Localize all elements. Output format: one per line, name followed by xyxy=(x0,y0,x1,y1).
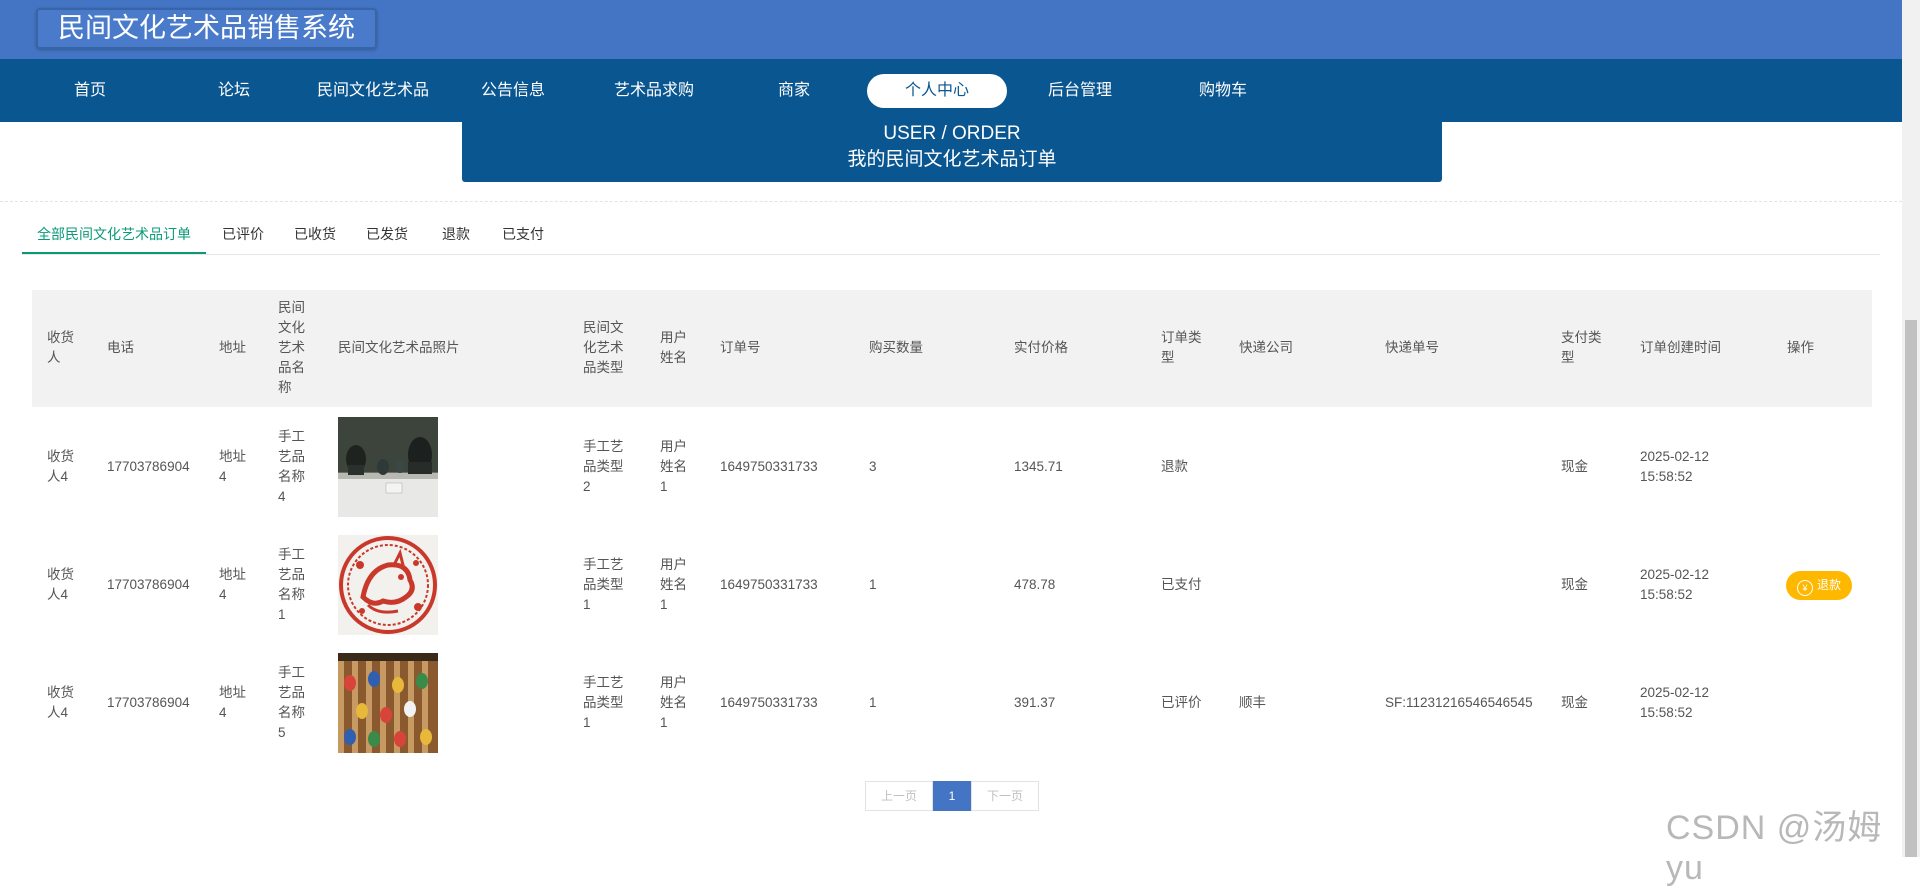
watermark: CSDN @汤姆yu xyxy=(1666,809,1883,887)
header-courier: 快递公司 xyxy=(1239,340,1293,355)
cell-receiver: 收货人4 xyxy=(47,567,74,602)
cell-user-name: 用户姓名1 xyxy=(660,675,687,730)
nav-item-artworks[interactable]: 民间文化艺术品 xyxy=(308,74,438,108)
header-art-name: 民间文化艺术品名称 xyxy=(278,300,305,395)
cell-courier: 顺丰 xyxy=(1239,695,1266,710)
tab-refund[interactable]: 退款 xyxy=(436,219,476,253)
page-title: 我的民间文化艺术品订单 xyxy=(847,149,1057,170)
cell-price: 478.78 xyxy=(1014,577,1056,592)
main-nav: 首页 论坛 民间文化艺术品 公告信息 艺术品求购 商家 个人中心 后台管理 购物… xyxy=(0,59,1902,122)
cell-receiver: 收货人4 xyxy=(47,449,74,484)
refund-button[interactable]: ¥ 退款 xyxy=(1786,571,1852,600)
site-title: 民间文化艺术品销售系统 xyxy=(36,8,377,49)
order-tabs: 全部民间文化艺术品订单 已评价 已收货 已发货 退款 已支付 xyxy=(22,219,1880,255)
header-user-name: 用户姓名 xyxy=(660,330,687,365)
cell-order-no: 1649750331733 xyxy=(720,577,818,592)
header-created: 订单创建时间 xyxy=(1640,340,1721,355)
table-header: 收货人 电话 地址 民间文化艺术品名称 民间文化艺术品照片 民间文化艺术品类型 … xyxy=(32,290,1872,407)
prev-page-button[interactable]: 上一页 xyxy=(865,781,933,811)
cell-price: 1345.71 xyxy=(1014,459,1063,474)
nav-item-merchants[interactable]: 商家 xyxy=(754,74,834,108)
art-photo-papercut xyxy=(338,535,438,635)
cell-quantity: 1 xyxy=(869,695,877,710)
yen-icon: ¥ xyxy=(1796,580,1813,596)
header-art-photo: 民间文化艺术品照片 xyxy=(338,340,460,355)
cell-created: 2025-02-12 15:58:52 xyxy=(1640,449,1710,484)
cell-created: 2025-02-12 15:58:52 xyxy=(1640,567,1710,602)
cell-art-name: 手工艺品名称1 xyxy=(278,547,305,622)
page-banner: USER / ORDER 我的民间文化艺术品订单 xyxy=(462,122,1442,182)
header-phone: 电话 xyxy=(107,340,134,355)
header-pay-type: 支付类型 xyxy=(1561,330,1602,365)
nav-item-home[interactable]: 首页 xyxy=(50,74,130,108)
cell-order-type: 退款 xyxy=(1161,459,1188,474)
cell-art-name: 手工艺品名称5 xyxy=(278,665,305,740)
cell-quantity: 1 xyxy=(869,577,877,592)
header-tracking: 快递单号 xyxy=(1385,340,1439,355)
tab-all-orders[interactable]: 全部民间文化艺术品订单 xyxy=(22,219,206,254)
nav-item-cart[interactable]: 购物车 xyxy=(1183,74,1263,108)
table-row: 收货人4 17703786904 地址4 手工艺品名称1 手工艺品类型1 用户姓… xyxy=(32,525,1872,643)
cell-order-type: 已支付 xyxy=(1161,577,1202,592)
nav-item-wanted[interactable]: 艺术品求购 xyxy=(600,74,708,108)
header-order-type: 订单类型 xyxy=(1161,330,1202,365)
tab-reviewed[interactable]: 已评价 xyxy=(218,219,268,253)
cell-art-type: 手工艺品类型1 xyxy=(583,557,624,612)
top-header: 民间文化艺术品销售系统 xyxy=(0,0,1902,59)
cell-phone: 17703786904 xyxy=(107,577,190,592)
tab-paid[interactable]: 已支付 xyxy=(498,219,548,253)
tab-received[interactable]: 已收货 xyxy=(290,219,340,253)
cell-tracking: SF:11231216546546545 xyxy=(1385,695,1533,710)
cell-order-type: 已评价 xyxy=(1161,695,1202,710)
cell-address: 地址4 xyxy=(219,449,246,484)
scrollbar-thumb[interactable] xyxy=(1905,320,1917,857)
cell-receiver: 收货人4 xyxy=(47,685,74,720)
cell-pay-type: 现金 xyxy=(1561,459,1588,474)
header-receiver: 收货人 xyxy=(47,330,74,365)
cell-phone: 17703786904 xyxy=(107,695,190,710)
art-photo-masks xyxy=(338,653,438,753)
cell-art-type: 手工艺品类型1 xyxy=(583,675,624,730)
header-address: 地址 xyxy=(219,340,246,355)
nav-item-admin[interactable]: 后台管理 xyxy=(1035,74,1125,108)
nav-item-notices[interactable]: 公告信息 xyxy=(468,74,558,108)
cell-address: 地址4 xyxy=(219,567,246,602)
divider xyxy=(0,201,1902,202)
header-quantity: 购买数量 xyxy=(869,340,923,355)
cell-user-name: 用户姓名1 xyxy=(660,557,687,612)
table-row: 收货人4 17703786904 地址4 手工艺品名称5 手工艺品类型1 用户姓… xyxy=(32,643,1872,761)
next-page-button[interactable]: 下一页 xyxy=(971,781,1039,811)
cell-pay-type: 现金 xyxy=(1561,577,1588,592)
table-row: 收货人4 17703786904 地址4 手工艺品名称4 手工艺品类型2 用户姓… xyxy=(32,407,1872,525)
nav-item-forum[interactable]: 论坛 xyxy=(194,74,274,108)
nav-item-personal-center[interactable]: 个人中心 xyxy=(867,74,1007,108)
cell-address: 地址4 xyxy=(219,685,246,720)
cell-art-type: 手工艺品类型2 xyxy=(583,439,624,494)
cell-created: 2025-02-12 15:58:52 xyxy=(1640,685,1710,720)
header-order-no: 订单号 xyxy=(720,340,761,355)
header-art-type: 民间文化艺术品类型 xyxy=(583,320,624,375)
cell-order-no: 1649750331733 xyxy=(720,695,818,710)
header-price: 实付价格 xyxy=(1014,340,1068,355)
refund-button-label: 退款 xyxy=(1816,578,1841,592)
cell-phone: 17703786904 xyxy=(107,459,190,474)
banner-subtitle: USER / ORDER xyxy=(883,123,1021,144)
page-1-button[interactable]: 1 xyxy=(933,781,971,811)
cell-art-name: 手工艺品名称4 xyxy=(278,429,305,504)
tab-shipped[interactable]: 已发货 xyxy=(362,219,412,253)
art-photo-figurines xyxy=(338,417,438,517)
header-action: 操作 xyxy=(1787,340,1814,355)
cell-order-no: 1649750331733 xyxy=(720,459,818,474)
cell-price: 391.37 xyxy=(1014,695,1056,710)
cell-user-name: 用户姓名1 xyxy=(660,439,687,494)
cell-pay-type: 现金 xyxy=(1561,695,1588,710)
cell-quantity: 3 xyxy=(869,459,877,474)
